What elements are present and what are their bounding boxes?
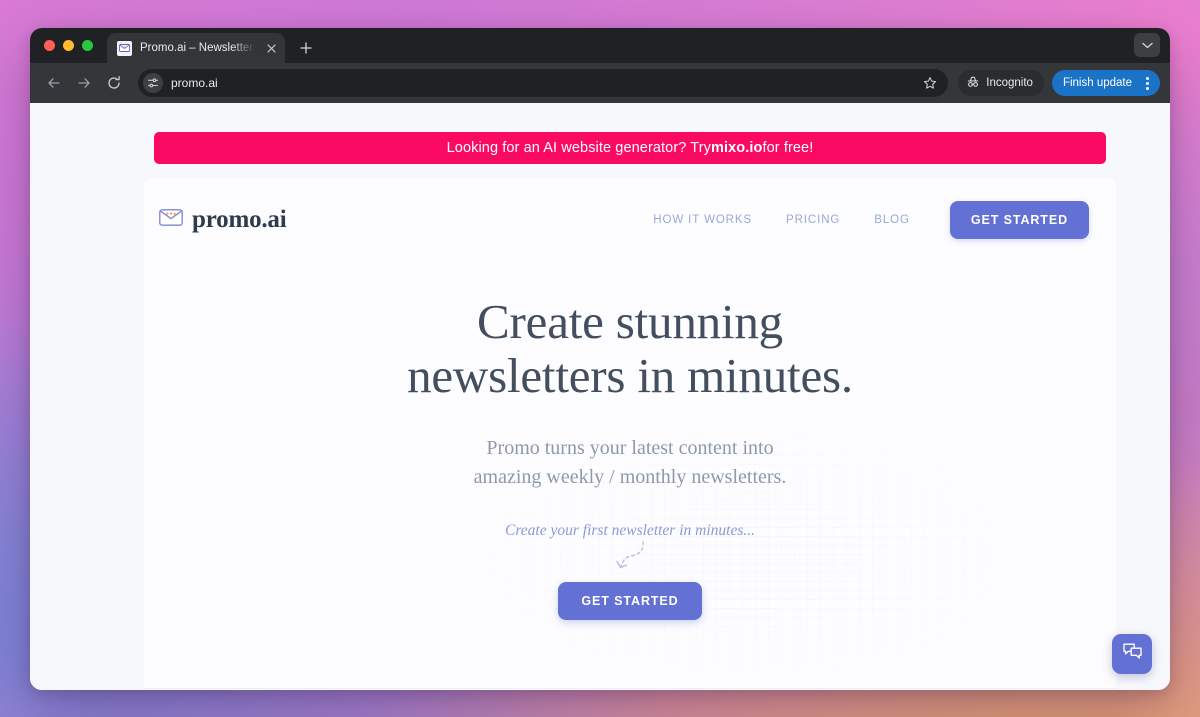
hero-section: Create stunning newsletters in minutes. … [144, 262, 1116, 620]
hero-subtitle-line-2: amazing weekly / monthly newsletters. [473, 466, 787, 489]
chat-bubbles-icon [1122, 642, 1143, 666]
site-content-card: promo.ai HOW IT WORKS PRICING BLOG GET S… [144, 178, 1116, 690]
hero-title-line-2: newsletters in minutes. [407, 348, 853, 404]
brand-name: promo.ai [192, 206, 287, 233]
tune-icon[interactable] [143, 73, 163, 93]
incognito-hat-icon [966, 75, 980, 92]
forward-arrow-icon[interactable] [70, 69, 98, 97]
hero-arrow-wrapper [144, 540, 1116, 578]
hero-cta-wrapper: GET STARTED [144, 581, 1116, 620]
address-bar-url: promo.ai [171, 76, 218, 90]
browser-toolbar: promo.ai Incognito Finish update [30, 63, 1170, 103]
browser-window: Promo.ai – Newsletters made [30, 28, 1170, 690]
back-arrow-icon[interactable] [40, 69, 68, 97]
chevron-down-icon[interactable] [1134, 33, 1160, 57]
finish-update-label: Finish update [1062, 77, 1132, 89]
hero-title: Create stunning newsletters in minutes. [144, 294, 1116, 404]
window-traffic-lights [40, 28, 101, 63]
window-minimize-button[interactable] [63, 40, 74, 51]
page-viewport: Looking for an AI website generator? Try… [30, 103, 1170, 690]
incognito-label: Incognito [986, 77, 1033, 89]
browser-tab[interactable]: Promo.ai – Newsletters made [107, 33, 285, 63]
hero-get-started-button[interactable]: GET STARTED [558, 581, 702, 620]
promo-banner-brand: mixo.io [711, 140, 763, 156]
hero-title-line-1: Create stunning [477, 294, 783, 349]
window-close-button[interactable] [44, 40, 55, 51]
promo-banner[interactable]: Looking for an AI website generator? Try… [154, 132, 1106, 164]
incognito-indicator[interactable]: Incognito [958, 70, 1044, 96]
close-icon[interactable] [263, 40, 279, 56]
curved-dashed-arrow-icon [616, 541, 644, 569]
browser-tab-title: Promo.ai – Newsletters made [140, 42, 255, 54]
site-nav-links: HOW IT WORKS PRICING BLOG GET STARTED [653, 201, 1089, 239]
nav-link-pricing[interactable]: PRICING [786, 214, 840, 226]
promo-banner-prefix: Looking for an AI website generator? Try [446, 140, 711, 156]
site-header: promo.ai HOW IT WORKS PRICING BLOG GET S… [144, 178, 1116, 262]
chat-widget-button[interactable] [1112, 634, 1152, 674]
nav-link-how-it-works[interactable]: HOW IT WORKS [653, 214, 752, 226]
finish-update-button[interactable]: Finish update [1051, 70, 1160, 96]
kebab-menu-icon[interactable] [1138, 76, 1156, 90]
site-logo[interactable]: promo.ai [159, 206, 287, 234]
star-icon[interactable] [918, 71, 942, 95]
envelope-logo-icon [159, 209, 183, 231]
promo-banner-suffix: for free! [762, 140, 814, 156]
address-bar[interactable]: promo.ai [138, 69, 949, 97]
nav-link-blog[interactable]: BLOG [874, 214, 910, 226]
reload-icon[interactable] [100, 69, 128, 97]
envelope-favicon-icon [117, 40, 132, 56]
window-maximize-button[interactable] [82, 40, 93, 51]
hero-subtitle: Promo turns your latest content into ama… [144, 434, 1116, 493]
browser-tab-strip: Promo.ai – Newsletters made [30, 28, 1170, 63]
new-tab-button[interactable] [293, 35, 319, 61]
header-get-started-button[interactable]: GET STARTED [949, 201, 1089, 239]
hero-subtitle-line-1: Promo turns your latest content into [486, 436, 774, 459]
hero-kicker-text: Create your first newsletter in minutes.… [505, 521, 755, 539]
